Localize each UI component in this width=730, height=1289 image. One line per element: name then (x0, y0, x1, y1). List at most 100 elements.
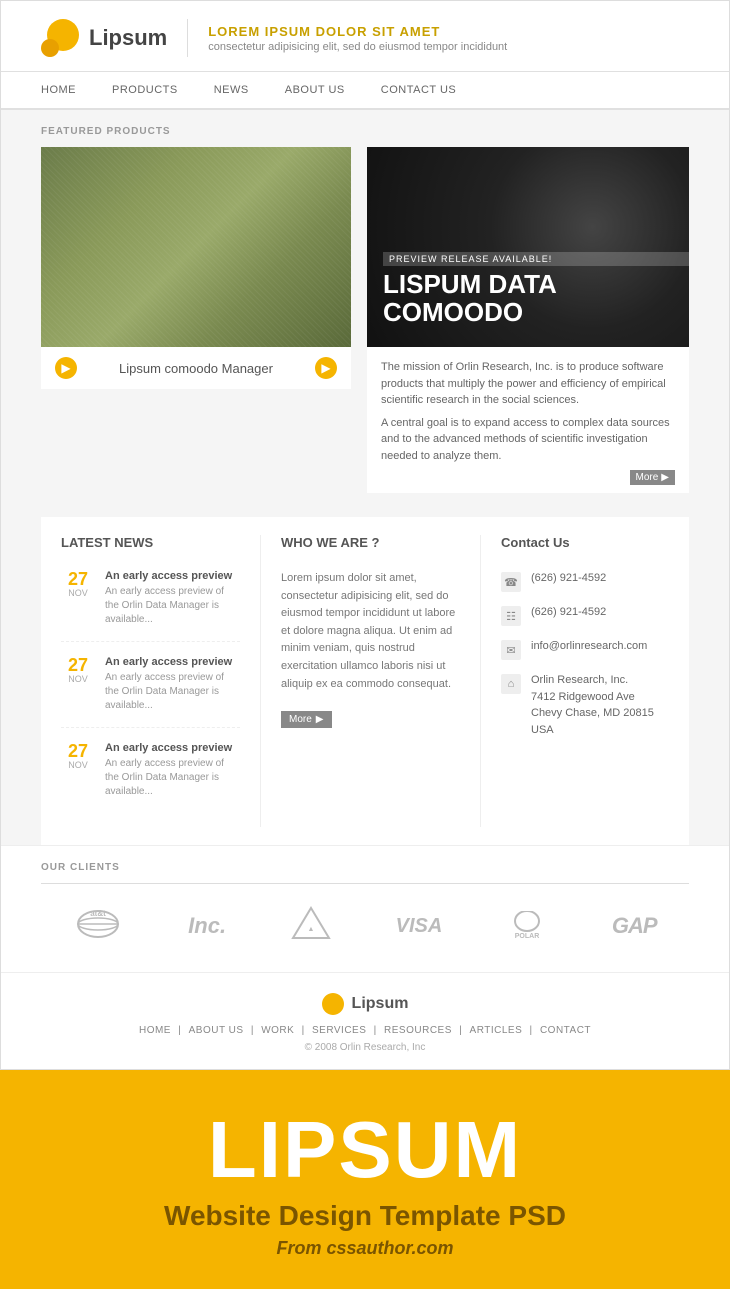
news-day-1: 27 (61, 570, 95, 588)
banner-title: LIPSUM (40, 1110, 690, 1190)
next-arrow[interactable]: ▶ (315, 357, 337, 379)
news-date-1: 27 NOV (61, 570, 95, 627)
featured-desc-2: A central goal is to expand access to co… (381, 415, 675, 465)
news-content-2: An early access preview An early access … (105, 656, 240, 713)
featured-grid: ▶ Lipsum comoodo Manager ▶ PREVIEW RELEA… (41, 147, 689, 493)
address-icon: ⌂ (501, 674, 521, 694)
footer-logo-text: Lipsum (352, 995, 409, 1013)
footer-nav-home[interactable]: HOME (139, 1025, 171, 1036)
news-content-3: An early access preview An early access … (105, 742, 240, 799)
news-month-1: NOV (61, 588, 95, 598)
contact-phone-item: ☎ (626) 921-4592 (501, 570, 669, 592)
phone-icon: ☎ (501, 572, 521, 592)
hero-badge: PREVIEW RELEASE AVAILABLE! (383, 252, 689, 266)
svg-text:POLAR: POLAR (515, 933, 540, 940)
hero-title: LISPUM DATA COMOODO (383, 270, 689, 327)
header-tagline: LOREM IPSUM DOLOR SIT AMET consectetur a… (208, 24, 507, 53)
page-wrapper: Lipsum LOREM IPSUM DOLOR SIT AMET consec… (0, 0, 730, 1289)
more-btn[interactable]: More ▶ (630, 470, 676, 485)
site-footer: Lipsum HOME | ABOUT US | WORK | SERVICES… (1, 972, 729, 1069)
contact-phone: (626) 921-4592 (531, 570, 606, 587)
nav-contact[interactable]: CONTACT US (363, 72, 475, 108)
arrow-logo: ▲ (291, 906, 331, 946)
svg-text:at&t: at&t (91, 909, 107, 918)
news-item-1: 27 NOV An early access preview An early … (61, 570, 240, 642)
news-day-2: 27 (61, 656, 95, 674)
footer-nav-articles[interactable]: ARTICLES (470, 1025, 523, 1036)
who-text: Lorem ipsum dolor sit amet, consectetur … (281, 570, 460, 693)
footer-nav-resources[interactable]: RESOURCES (384, 1025, 452, 1036)
news-month-3: NOV (61, 760, 95, 770)
who-title: WHO WE ARE ? (281, 535, 460, 556)
clients-label: OUR CLIENTS (41, 862, 689, 873)
nav-products[interactable]: PRODUCTS (94, 72, 196, 108)
banner-subtitle: Website Design Template PSD (40, 1200, 690, 1232)
featured-wrapper: FEATURED PRODUCTS ▶ Lipsum comoodo Manag… (1, 110, 729, 493)
nav-home[interactable]: HOME (41, 72, 94, 108)
news-excerpt-2: An early access preview of the Orlin Dat… (105, 671, 240, 713)
news-month-2: NOV (61, 674, 95, 684)
logo-circle-small (41, 39, 59, 57)
caption-text: Lipsum comoodo Manager (119, 361, 273, 376)
logo-icon (41, 19, 79, 57)
arrow-icon: ▲ (291, 906, 331, 941)
featured-desc-1: The mission of Orlin Research, Inc. is t… (381, 359, 675, 409)
svg-text:▲: ▲ (307, 926, 314, 933)
featured-desc: The mission of Orlin Research, Inc. is t… (367, 347, 689, 493)
site-wrapper: Lipsum LOREM IPSUM DOLOR SIT AMET consec… (0, 0, 730, 1070)
three-cols: LATEST NEWS 27 NOV An early access previ… (41, 517, 689, 845)
col-news: LATEST NEWS 27 NOV An early access previ… (41, 535, 261, 827)
footer-nav: HOME | ABOUT US | WORK | SERVICES | RESO… (41, 1025, 689, 1036)
featured-right: PREVIEW RELEASE AVAILABLE! LISPUM DATA C… (367, 147, 689, 493)
footer-logo-circle (322, 993, 344, 1015)
contact-email-item: ✉ info@orlinresearch.com (501, 638, 669, 660)
news-title-2: An early access preview (105, 656, 240, 668)
footer-nav-about[interactable]: ABOUT US (189, 1025, 244, 1036)
contact-fax: (626) 921-4592 (531, 604, 606, 621)
more-link[interactable]: More ▶ (381, 470, 675, 485)
tagline-sub: consectetur adipisicing elit, sed do eiu… (208, 41, 507, 53)
cactus-spines (41, 147, 351, 347)
who-more-btn[interactable]: More ▶ (281, 711, 332, 728)
fax-icon: ☷ (501, 606, 521, 626)
contact-fax-item: ☷ (626) 921-4592 (501, 604, 669, 626)
inc-logo: Inc. (188, 913, 226, 939)
col-who: WHO WE ARE ? Lorem ipsum dolor sit amet,… (261, 535, 481, 827)
clients-section: OUR CLIENTS at&t Inc. (1, 845, 729, 972)
hero-text-overlay: PREVIEW RELEASE AVAILABLE! LISPUM DATA C… (383, 252, 689, 327)
footer-nav-services[interactable]: SERVICES (312, 1025, 366, 1036)
site-header: Lipsum LOREM IPSUM DOLOR SIT AMET consec… (1, 1, 729, 72)
nav-news[interactable]: NEWS (196, 72, 267, 108)
footer-nav-work[interactable]: WORK (261, 1025, 294, 1036)
polar-logo: POLAR (507, 911, 547, 941)
logo-area: Lipsum (41, 19, 188, 57)
news-title-3: An early access preview (105, 742, 240, 754)
featured-label: FEATURED PRODUCTS (41, 126, 689, 137)
featured-image (41, 147, 351, 347)
news-date-2: 27 NOV (61, 656, 95, 713)
news-day-3: 27 (61, 742, 95, 760)
site-nav: HOME PRODUCTS NEWS ABOUT US CONTACT US (1, 72, 729, 110)
clients-divider (41, 883, 689, 884)
banner-source: From cssauthor.com (40, 1238, 690, 1259)
news-title-1: An early access preview (105, 570, 240, 582)
site-content-area: LATEST NEWS 27 NOV An early access previ… (1, 517, 729, 845)
hero-image: PREVIEW RELEASE AVAILABLE! LISPUM DATA C… (367, 147, 689, 347)
att-icon: at&t (73, 906, 123, 941)
prev-arrow[interactable]: ▶ (55, 357, 77, 379)
contact-address-item: ⌂ Orlin Research, Inc. 7412 Ridgewood Av… (501, 672, 669, 738)
email-icon: ✉ (501, 640, 521, 660)
yellow-banner: LIPSUM Website Design Template PSD From … (0, 1070, 730, 1289)
footer-nav-contact[interactable]: CONTACT (540, 1025, 591, 1036)
news-item-2: 27 NOV An early access preview An early … (61, 656, 240, 728)
banner-source-text: From cssauthor.com (276, 1238, 453, 1258)
news-item-3: 27 NOV An early access preview An early … (61, 742, 240, 813)
visa-logo: VISA (396, 915, 443, 938)
col-contact: Contact Us ☎ (626) 921-4592 ☷ (626) 921-… (481, 535, 689, 827)
news-excerpt-1: An early access preview of the Orlin Dat… (105, 585, 240, 627)
news-date-3: 27 NOV (61, 742, 95, 799)
footer-copyright: © 2008 Orlin Research, Inc (41, 1042, 689, 1053)
nav-about[interactable]: ABOUT US (267, 72, 363, 108)
att-logo: at&t (73, 906, 123, 946)
gap-logo: GAP (612, 913, 657, 939)
